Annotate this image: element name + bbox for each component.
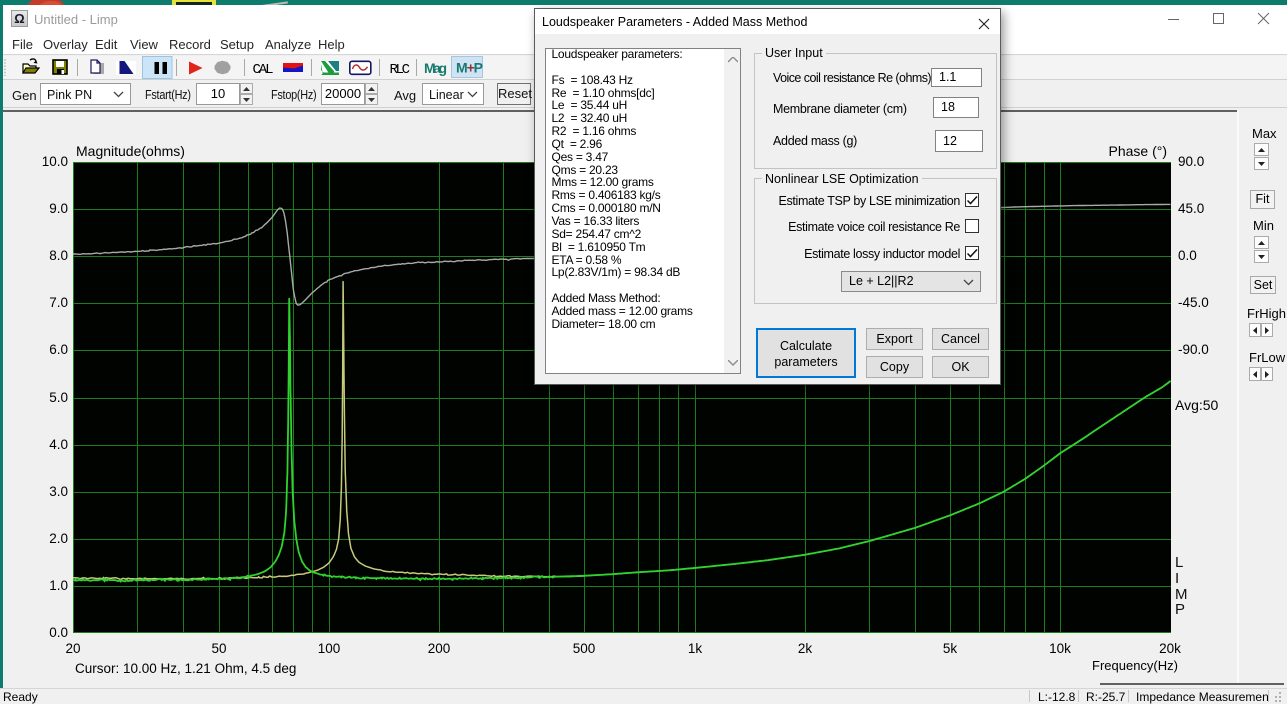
- svg-text:RLC: RLC: [390, 62, 411, 78]
- svg-text:M+P: M+P: [456, 60, 483, 76]
- svg-text:Mag: Mag: [424, 60, 447, 76]
- svg-text:CAL: CAL: [253, 62, 274, 78]
